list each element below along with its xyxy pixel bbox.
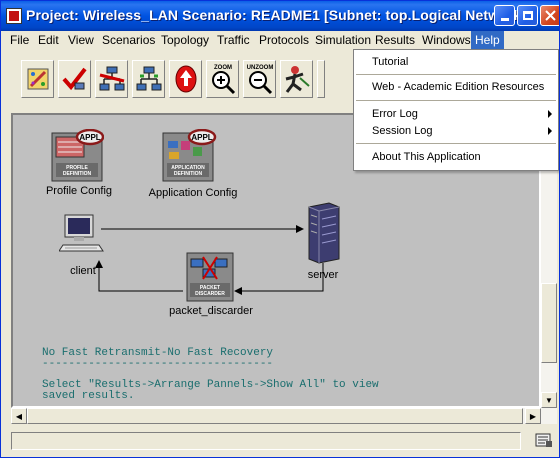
menu-topology[interactable]: Topology bbox=[157, 31, 213, 49]
application-definition-icon: APPLICATION DEFINITION APPL bbox=[162, 128, 217, 182]
profile-definition-icon: PROFILE DEFINITION APPL bbox=[51, 128, 105, 182]
menu-separator bbox=[356, 143, 556, 144]
zoom-button[interactable]: ZOOM bbox=[206, 60, 239, 98]
title-bar[interactable]: Project: Wireless_LAN Scenario: README1 … bbox=[1, 1, 559, 31]
link-discarder-client bbox=[95, 260, 183, 292]
packet-discarder-label: packet_discarder bbox=[169, 305, 253, 317]
check-links-icon bbox=[61, 67, 87, 91]
application-config-label: Application Config bbox=[148, 187, 238, 199]
menu-protocols[interactable]: Protocols bbox=[255, 31, 313, 49]
unzoom-label: UNZOOM bbox=[246, 65, 273, 71]
menu-view[interactable]: View bbox=[64, 31, 98, 49]
application-config-node[interactable]: APPLICATION DEFINITION APPL bbox=[161, 128, 217, 183]
menu-separator bbox=[356, 100, 556, 101]
menu-simulation[interactable]: Simulation bbox=[311, 31, 375, 49]
recover-nodes-button[interactable] bbox=[132, 60, 165, 98]
profile-config-label: Profile Config bbox=[45, 185, 113, 197]
menu-file[interactable]: File bbox=[6, 31, 33, 49]
zoom-out-icon: UNZOOM bbox=[246, 65, 273, 95]
console-line-instruction-2: saved results. bbox=[42, 390, 135, 402]
window-title: Project: Wireless_LAN Scenario: README1 … bbox=[26, 7, 526, 23]
horizontal-scroll-thumb[interactable] bbox=[27, 408, 523, 424]
recover-nodes-icon bbox=[136, 66, 161, 91]
menu-scenarios[interactable]: Scenarios bbox=[98, 31, 159, 49]
menu-bar: File Edit View Scenarios Topology Traffi… bbox=[1, 31, 559, 49]
server-icon bbox=[308, 202, 340, 264]
menu-results[interactable]: Results bbox=[371, 31, 419, 49]
submenu-arrow-icon bbox=[548, 127, 552, 135]
menu-windows[interactable]: Windows bbox=[418, 31, 475, 49]
server-label: server bbox=[307, 269, 339, 281]
help-menu-web-resources[interactable]: Web - Academic Edition Resources bbox=[354, 77, 558, 97]
help-menu-dropdown: Tutorial Web - Academic Edition Resource… bbox=[353, 49, 559, 171]
parent-subnet-button[interactable] bbox=[169, 60, 202, 98]
profile-config-node[interactable]: PROFILE DEFINITION APPL bbox=[50, 128, 105, 183]
error-log-label: Error Log bbox=[372, 108, 418, 120]
application-icon-text-2: DEFINITION bbox=[174, 171, 203, 177]
status-icon-button[interactable] bbox=[535, 432, 553, 448]
menu-traffic[interactable]: Traffic bbox=[213, 31, 254, 49]
application-window: Project: Wireless_LAN Scenario: README1 … bbox=[0, 0, 560, 458]
status-bar bbox=[11, 432, 521, 450]
scroll-down-button[interactable]: ▼ bbox=[541, 392, 557, 408]
app-icon bbox=[6, 8, 22, 24]
close-button[interactable] bbox=[540, 5, 559, 26]
horizontal-scrollbar[interactable]: ◀ ▶ bbox=[11, 408, 557, 424]
run-simulation-icon bbox=[285, 66, 310, 93]
fail-nodes-button[interactable] bbox=[95, 60, 128, 98]
run-simulation-button[interactable] bbox=[280, 60, 313, 98]
menu-separator bbox=[356, 74, 556, 75]
minimize-button[interactable] bbox=[494, 5, 515, 26]
check-links-button[interactable] bbox=[58, 60, 91, 98]
session-log-label: Session Log bbox=[372, 125, 433, 137]
menu-help[interactable]: Help bbox=[471, 31, 504, 49]
discarder-icon-text-2: DISCARDER bbox=[195, 291, 225, 297]
parent-subnet-icon bbox=[175, 65, 196, 93]
client-node[interactable] bbox=[58, 213, 107, 257]
submenu-arrow-icon bbox=[548, 110, 552, 118]
profile-appl-badge: APPL bbox=[79, 133, 100, 142]
application-appl-badge: APPL bbox=[191, 133, 212, 142]
scroll-left-button[interactable]: ◀ bbox=[11, 408, 27, 424]
profile-icon-text-2: DEFINITION bbox=[63, 171, 92, 177]
help-menu-about[interactable]: About This Application bbox=[354, 147, 558, 167]
help-menu-tutorial[interactable]: Tutorial bbox=[354, 52, 558, 72]
fail-nodes-icon bbox=[99, 66, 124, 91]
zoom-label: ZOOM bbox=[214, 65, 232, 71]
maximize-icon bbox=[522, 11, 533, 20]
workstation-icon bbox=[58, 214, 104, 252]
packet-discarder-node[interactable]: PACKET DISCARDER bbox=[185, 251, 235, 303]
object-palette-button[interactable] bbox=[21, 60, 54, 98]
unzoom-button[interactable]: UNZOOM bbox=[243, 60, 276, 98]
more-tools-button[interactable] bbox=[317, 60, 325, 98]
maximize-button[interactable] bbox=[517, 5, 538, 26]
minimize-icon bbox=[500, 18, 509, 21]
client-label: client bbox=[70, 265, 96, 277]
message-log-icon bbox=[535, 433, 552, 447]
menu-edit[interactable]: Edit bbox=[34, 31, 63, 49]
palette-icon bbox=[27, 68, 48, 90]
packet-discarder-icon: PACKET DISCARDER bbox=[186, 252, 234, 302]
server-node[interactable] bbox=[305, 201, 341, 265]
close-icon bbox=[545, 10, 556, 21]
console-line-separator: ----------------------------------- bbox=[42, 358, 274, 370]
scroll-right-button[interactable]: ▶ bbox=[525, 408, 541, 424]
vertical-scroll-thumb[interactable] bbox=[541, 283, 557, 363]
zoom-in-icon: ZOOM bbox=[211, 65, 235, 95]
help-menu-session-log[interactable]: Session Log bbox=[354, 121, 558, 141]
